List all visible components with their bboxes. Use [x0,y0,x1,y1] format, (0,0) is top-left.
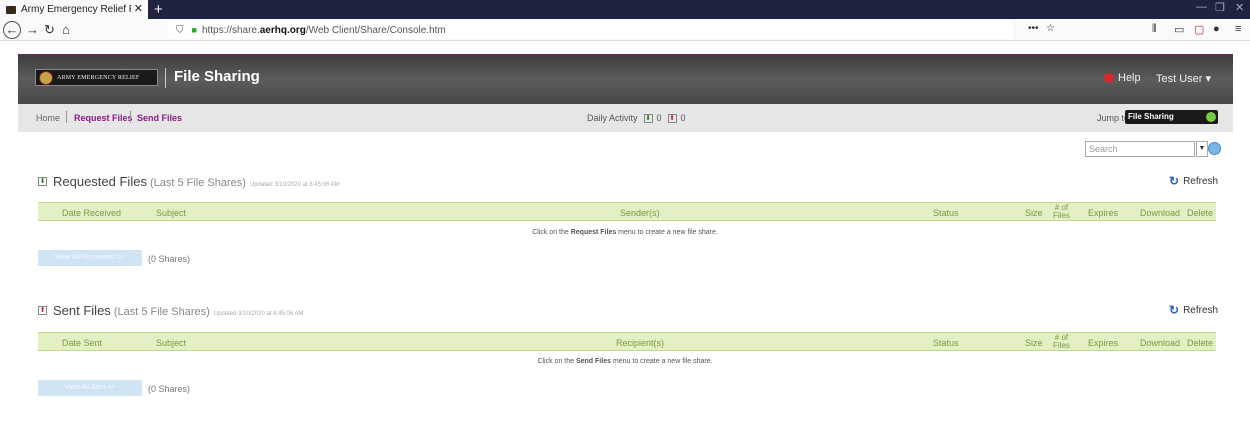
search-options-chevron-icon[interactable]: ▼ [1196,141,1208,157]
sent-files-header: ⬆ Sent Files (Last 5 File Shares) Update… [38,303,304,318]
requested-empty-message: Click on the Request Files menu to creat… [532,229,718,236]
search-go-icon[interactable] [1208,142,1221,155]
upload-arrow-icon: ⬆ [667,113,677,123]
col-file-count[interactable]: # of Files [1053,334,1070,350]
bookmark-star-icon[interactable]: ☆ [1046,23,1055,34]
daily-activity: Daily Activity ⬇ 0 ⬆ 0 [587,113,686,123]
help-link[interactable]: Help [1104,72,1141,84]
requested-share-count: (0 Shares) [148,254,191,264]
view-all-sent-button[interactable]: View All Sent >> [38,380,142,396]
nav-home-link[interactable]: Home [36,113,60,123]
col-size[interactable]: Size [1025,338,1043,348]
browser-nav-bar: ← → ↻ ⌂ ⛉ ■ https://share.aerhq.org/Web … [0,19,1250,41]
tab-title: Army Emergency Relief Resour [21,4,131,15]
col-delete[interactable]: Delete [1187,338,1213,348]
sent-files-updated: Updated 3/10/2020 at 8:45:06 AM [213,311,304,317]
tracking-shield-icon[interactable]: ⛉ [176,25,184,36]
help-label: Help [1118,72,1141,84]
back-icon[interactable]: ← [3,21,21,39]
jump-go-icon[interactable] [1206,112,1216,122]
col-status[interactable]: Status [933,338,959,348]
help-icon [1104,73,1114,83]
download-arrow-icon: ⬇ [38,177,47,186]
upload-arrow-icon: ⬆ [38,306,47,315]
col-status[interactable]: Status [933,208,959,218]
window-close-icon[interactable]: ✕ [1235,1,1244,14]
user-menu[interactable]: Test User ▾ [1156,72,1211,85]
refresh-label: Refresh [1183,304,1219,316]
forward-icon[interactable]: → [26,21,39,38]
col-size[interactable]: Size [1025,208,1043,218]
home-icon[interactable]: ⌂ [62,21,70,38]
refresh-icon: ↻ [1169,174,1180,188]
sent-refresh-button[interactable]: ↻ Refresh [1169,303,1218,317]
nav-divider [66,111,67,123]
requested-files-header: ⬇ Requested Files (Last 5 File Shares) U… [38,174,340,189]
app-header: ARMY EMERGENCY RELIEF File Sharing Help … [18,54,1233,104]
col-subject[interactable]: Subject [156,338,186,348]
aer-logo[interactable]: ARMY EMERGENCY RELIEF [35,69,158,86]
url-text[interactable]: https://share.aerhq.org/Web Client/Share… [202,25,446,36]
sent-share-count: (0 Shares) [148,384,191,394]
page-title: File Sharing [174,68,260,85]
nav-send-files-link[interactable]: Send Files [137,113,182,123]
sub-navigation: Home Request Files Send Files Daily Acti… [18,104,1233,132]
url-bar[interactable]: ⛉ ■ https://share.aerhq.org/Web Client/S… [168,21,1013,39]
pocket-icon[interactable]: ▢ [1194,23,1204,36]
library-icon[interactable]: ⫴ [1152,23,1157,36]
col-download[interactable]: Download [1140,208,1180,218]
view-all-requested-button[interactable]: View All Requested >> [38,250,142,266]
col-date-sent[interactable]: Date Sent [62,338,102,348]
refresh-label: Refresh [1183,175,1219,187]
col-recipients[interactable]: Recipient(s) [616,338,664,348]
col-subject[interactable]: Subject [156,208,186,218]
nav-divider [130,111,131,123]
logo-text: ARMY EMERGENCY RELIEF [57,74,140,81]
sent-files-subtitle: (Last 5 File Shares) [113,306,210,318]
maximize-icon[interactable]: ❐ [1215,1,1225,14]
daily-out-count: 0 [680,113,686,123]
requested-files-updated: Updated 3/10/2020 at 8:45:06 AM [249,182,340,188]
col-expires[interactable]: Expires [1088,208,1118,218]
minimize-icon[interactable]: — [1196,1,1207,13]
col-date-received[interactable]: Date Received [62,208,121,218]
col-expires[interactable]: Expires [1088,338,1118,348]
download-arrow-icon: ⬇ [643,113,653,123]
seal-icon [39,70,53,85]
page-actions-icon[interactable]: ••• [1028,23,1039,34]
col-download[interactable]: Download [1140,338,1180,348]
search-input[interactable]: Search [1085,141,1195,157]
browser-tab-bar: Army Emergency Relief Resour ✕ + — ❐ ✕ [0,0,1250,19]
lock-icon[interactable]: ■ [192,25,197,35]
jump-to-select[interactable]: File Sharing [1125,110,1218,124]
requested-refresh-button[interactable]: ↻ Refresh [1169,174,1218,188]
new-tab-button[interactable]: + [154,0,163,19]
reload-icon[interactable]: ↻ [44,21,55,38]
requested-table-header: Date Received Subject Sender(s) Status S… [38,202,1216,221]
menu-icon[interactable]: ≡ [1235,23,1241,35]
account-icon[interactable]: ● [1213,23,1220,35]
col-file-count[interactable]: # of Files [1053,204,1070,220]
sent-empty-message: Click on the Send Files menu to create a… [537,358,713,365]
requested-files-subtitle: (Last 5 File Shares) [149,177,246,189]
col-delete[interactable]: Delete [1187,208,1213,218]
sent-files-title: Sent Files [53,303,111,318]
nav-request-files-link[interactable]: Request Files [74,113,133,123]
refresh-icon: ↻ [1169,303,1180,317]
col-senders[interactable]: Sender(s) [620,208,660,218]
daily-in-count: 0 [656,113,662,123]
sent-table-header: Date Sent Subject Recipient(s) Status Si… [38,332,1216,351]
tab-close-icon[interactable]: ✕ [134,2,143,15]
requested-files-title: Requested Files [53,174,147,189]
daily-activity-label: Daily Activity [587,113,638,123]
sidebar-icon[interactable]: ▭ [1174,23,1184,36]
browser-tab[interactable]: Army Emergency Relief Resour ✕ [0,0,148,19]
tab-favicon-icon [6,5,16,14]
jump-to-value: File Sharing [1128,112,1174,121]
header-divider [165,68,166,88]
